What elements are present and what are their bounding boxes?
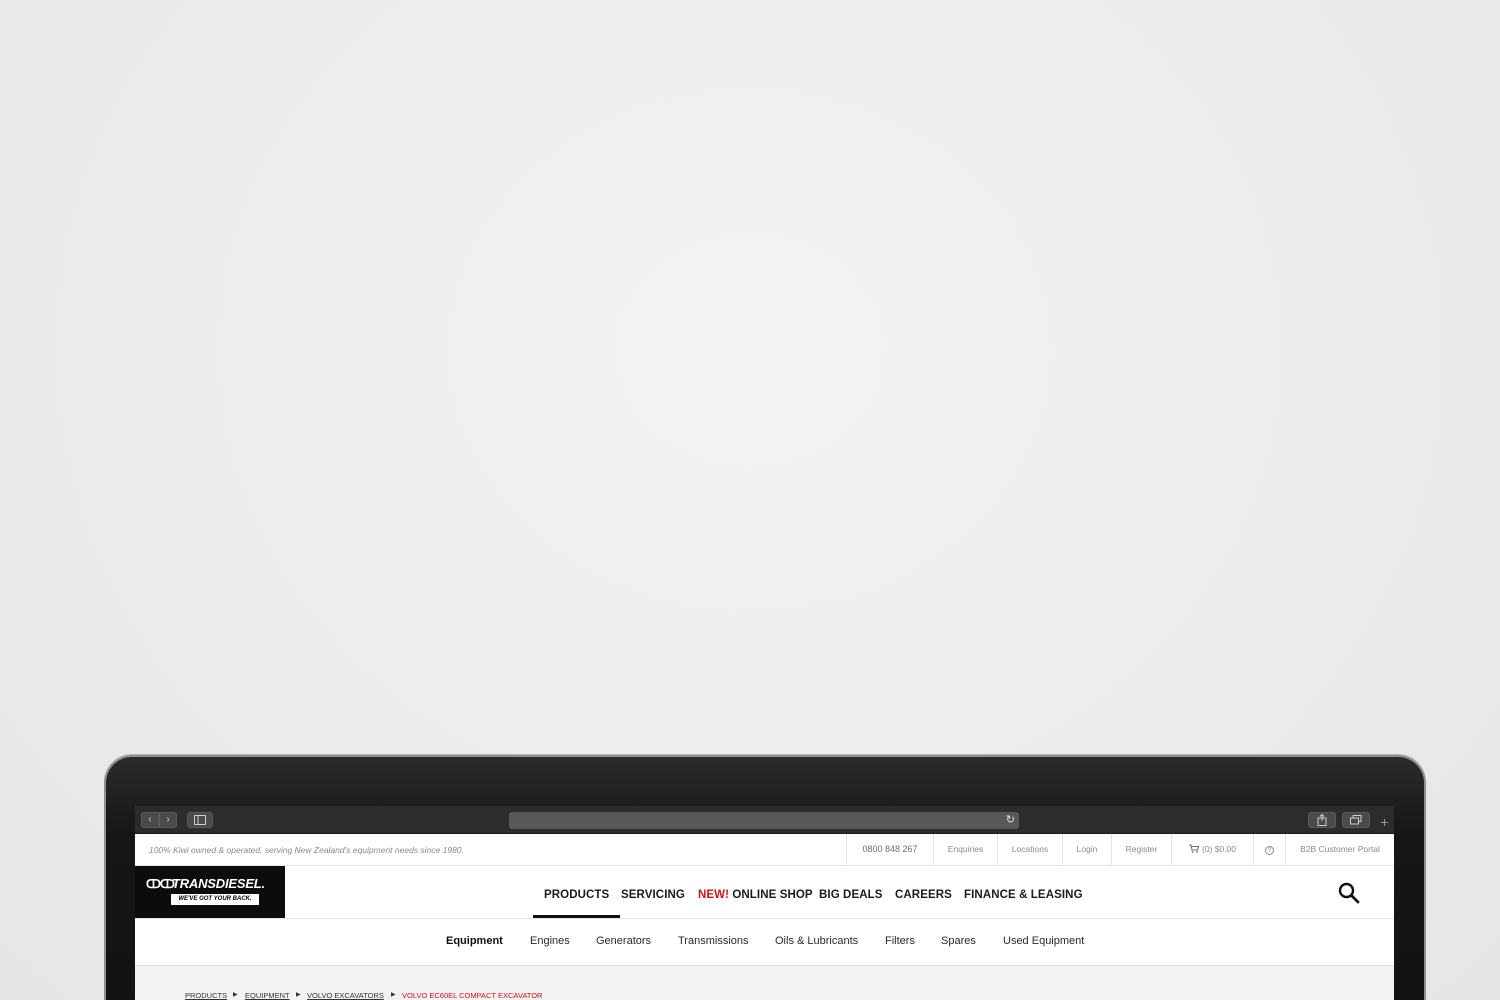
subnav-engines[interactable]: Engines <box>530 935 570 947</box>
breadcrumb-products[interactable]: PRODUCTS <box>185 991 227 1000</box>
show-tabs-button[interactable] <box>1342 812 1370 828</box>
sidebar-toggle-button[interactable] <box>187 812 213 828</box>
nav-careers[interactable]: CAREERS <box>895 866 952 918</box>
subnav-spares[interactable]: Spares <box>941 935 976 947</box>
new-badge: NEW! <box>698 889 730 901</box>
reload-icon[interactable]: ↻ <box>1006 812 1015 829</box>
nav-finance-leasing[interactable]: FINANCE & LEASING <box>964 866 1083 918</box>
register-link[interactable]: Register <box>1111 834 1171 865</box>
breadcrumb-current: VOLVO EC60EL COMPACT EXCAVATOR <box>402 991 543 1000</box>
nav-online-shop-label: ONLINE SHOP <box>732 889 813 901</box>
forward-button[interactable]: › <box>159 812 177 828</box>
back-button[interactable]: ‹ <box>141 812 159 828</box>
cart-icon <box>1188 844 1200 853</box>
chevron-left-icon: ‹ <box>148 814 152 825</box>
tagline: 100% Kiwi owned & operated, serving New … <box>149 845 464 855</box>
sub-navigation: Equipment Engines Generators Transmissio… <box>135 919 1394 966</box>
chevron-right-icon: › <box>166 814 170 825</box>
transdiesel-logo[interactable]: ↀↀ TRANSDIESEL. WE'VE GOT YOUR BACK. <box>135 866 285 918</box>
phone-link[interactable]: 0800 848 267 <box>846 834 933 865</box>
enquiries-link[interactable]: Enquiries <box>933 834 997 865</box>
breadcrumb-separator-icon: ▶ <box>391 992 396 998</box>
search-icon[interactable] <box>1337 881 1361 905</box>
nav-products[interactable]: PRODUCTS <box>533 866 621 918</box>
cart-link[interactable]: (0) $0.00 <box>1171 834 1253 865</box>
nav-big-deals[interactable]: BIG DEALS <box>819 866 883 918</box>
main-navigation: ↀↀ TRANSDIESEL. WE'VE GOT YOUR BACK. PRO… <box>135 866 1394 919</box>
nav-servicing[interactable]: SERVICING <box>621 866 685 918</box>
locations-link[interactable]: Locations <box>997 834 1062 865</box>
cart-total: (0) $0.00 <box>1201 844 1237 854</box>
b2b-portal-link[interactable]: B2B Customer Portal <box>1285 834 1394 865</box>
subnav-used-equipment[interactable]: Used Equipment <box>1003 935 1084 947</box>
logo-name: TRANSDIESEL. <box>172 876 265 891</box>
breadcrumb-separator-icon: ▶ <box>233 992 238 998</box>
subnav-oils-lubricants[interactable]: Oils & Lubricants <box>775 935 858 947</box>
logo-tagline: WE'VE GOT YOUR BACK. <box>171 894 259 905</box>
browser-screen: ‹ › ↻ + 100% Kiwi owned & operated, serv… <box>135 806 1394 1000</box>
logo-mark: ↀↀ <box>146 877 175 891</box>
share-icon <box>1317 813 1327 826</box>
nav-online-shop[interactable]: NEW! ONLINE SHOP <box>698 866 813 918</box>
browser-toolbar: ‹ › ↻ + <box>135 806 1394 834</box>
breadcrumb: PRODUCTS ▶ EQUIPMENT ▶ VOLVO EXCAVATORS … <box>135 966 1394 1000</box>
login-link[interactable]: Login <box>1062 834 1111 865</box>
subnav-generators[interactable]: Generators <box>596 935 651 947</box>
share-button[interactable] <box>1308 812 1336 828</box>
address-bar[interactable]: ↻ <box>509 812 1019 829</box>
sidebar-icon <box>194 815 206 825</box>
help-button[interactable]: ? <box>1253 834 1285 865</box>
utility-bar: 100% Kiwi owned & operated, serving New … <box>135 834 1394 866</box>
new-tab-button[interactable]: + <box>1375 813 1394 832</box>
subnav-transmissions[interactable]: Transmissions <box>678 935 749 947</box>
subnav-filters[interactable]: Filters <box>885 935 915 947</box>
help-icon: ? <box>1265 846 1274 855</box>
tabs-icon <box>1350 815 1362 825</box>
breadcrumb-separator-icon: ▶ <box>296 992 301 998</box>
subnav-equipment[interactable]: Equipment <box>446 935 503 947</box>
breadcrumb-volvo-excavators[interactable]: VOLVO EXCAVATORS <box>307 991 384 1000</box>
breadcrumb-equipment[interactable]: EQUIPMENT <box>245 991 290 1000</box>
